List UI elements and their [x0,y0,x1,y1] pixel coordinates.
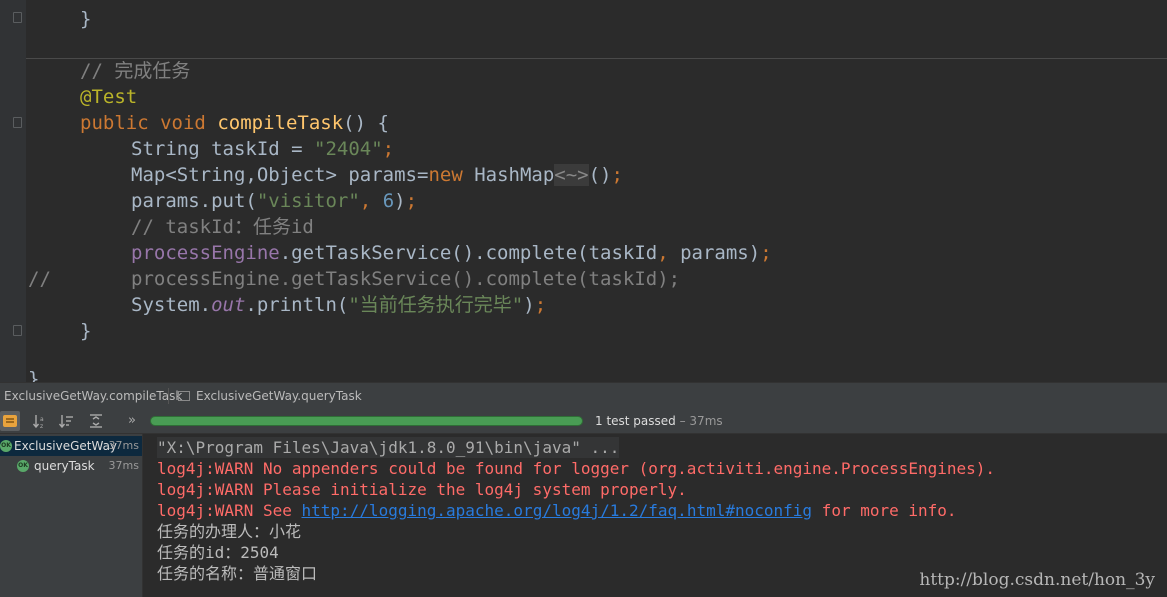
editor-gutter [0,0,26,382]
expand-all-icon[interactable] [86,411,106,431]
test-passed-icon: OK [17,460,29,472]
code-line: Map<String,Object> params=new HashMap<~>… [131,164,623,186]
code-line: } [80,8,92,30]
tab-label: ExclusiveGetWay.queryTask [196,389,362,403]
test-status-text: 1 test passed – 37ms [595,414,723,428]
test-progress-bar [150,416,583,426]
fold-marker-icon[interactable] [13,117,22,128]
run-config-icon [178,391,190,401]
code-line: // 完成任务 [80,60,191,82]
test-node-label: ExclusiveGetWay [14,439,118,453]
test-node-class[interactable]: OK ExclusiveGetWay 37ms [0,436,142,456]
svg-text:a: a [40,416,44,423]
test-node-method[interactable]: OK queryTask 37ms [0,456,142,476]
code-line: } [80,320,92,342]
tab-query-task[interactable]: ExclusiveGetWay.queryTask [178,383,362,409]
show-passed-icon[interactable] [0,411,20,431]
test-runner-toolbar: az » 1 test passed – 37ms [0,408,1167,434]
test-node-label: queryTask [34,459,95,473]
method-separator [26,58,1167,59]
sort-by-duration-icon[interactable] [56,411,76,431]
watermark-text: http://blog.csdn.net/hon_3y [919,570,1155,590]
console-warn-line: log4j:WARN Please initialize the log4j s… [157,480,687,499]
test-node-time: 37ms [108,439,139,452]
svg-text:z: z [40,423,43,429]
console-warn-line: log4j:WARN No appenders could be found f… [157,459,996,478]
code-line: String taskId = "2404"; [131,138,395,160]
test-passed-icon: OK [0,440,12,452]
code-editor[interactable]: } // 完成任务 @Test public void compileTask(… [0,0,1167,382]
console-warn-line: log4j:WARN See http://logging.apache.org… [157,501,957,520]
sort-alphabetically-icon[interactable]: az [30,411,50,431]
code-line: processEngine.getTaskService().complete(… [131,242,772,264]
tab-label: ExclusiveGetWay.compileTask [4,389,183,403]
run-tab-bar: ExclusiveGetWay.compileTask ExclusiveGet… [0,382,1167,408]
code-line-commented: // [28,268,51,290]
code-line: @Test [80,86,138,108]
test-results-tree: OK ExclusiveGetWay 37ms OK queryTask 37m… [0,434,143,597]
toolbar-overflow-button[interactable]: » [122,411,142,431]
code-line-commented: processEngine.getTaskService().complete(… [131,268,681,290]
log4j-faq-link[interactable]: http://logging.apache.org/log4j/1.2/faq.… [302,501,813,520]
console-command-line[interactable]: "X:\Program Files\Java\jdk1.8.0_91\bin\j… [157,437,620,458]
console-output-line: 任务的名称：普通窗口 [157,564,318,583]
test-node-time: 37ms [108,459,139,472]
console-output[interactable]: "X:\Program Files\Java\jdk1.8.0_91\bin\j… [143,434,1167,597]
code-line: // taskId：任务id [131,216,314,238]
tab-divider [168,388,169,404]
code-line: params.put("visitor", 6); [131,190,418,212]
fold-marker-icon[interactable] [13,12,22,23]
console-output-line: 任务的id：2504 [157,543,279,562]
fold-marker-icon[interactable] [13,325,22,336]
code-line: } [28,368,40,382]
code-line: System.out.println("当前任务执行完毕"); [131,294,547,316]
tab-compile-task[interactable]: ExclusiveGetWay.compileTask [4,383,182,409]
code-line: public void compileTask() { [80,112,389,134]
console-output-line: 任务的办理人：小花 [157,522,302,541]
